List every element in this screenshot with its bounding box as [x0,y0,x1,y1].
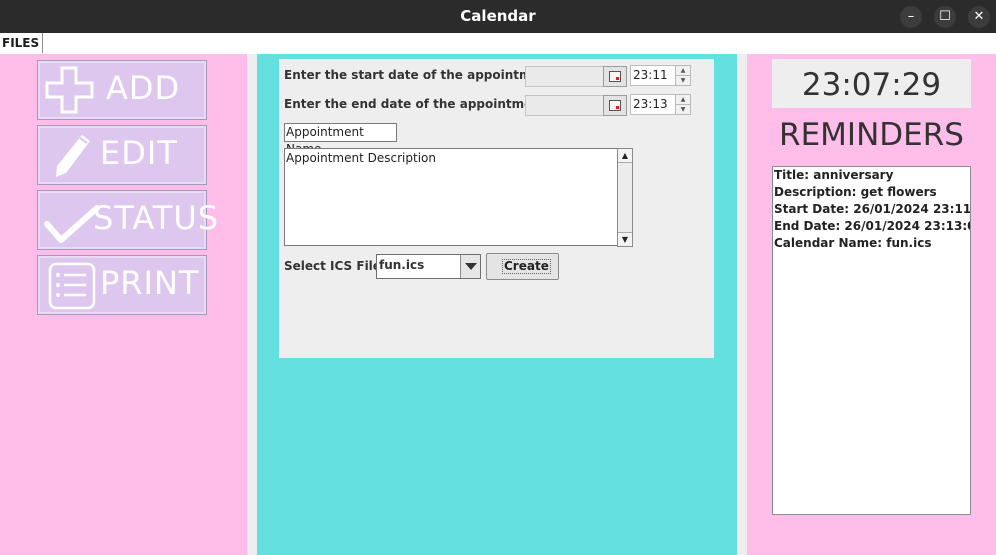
pencil-icon [56,135,90,177]
menu-bar: FILES [0,33,996,55]
spinner-down-icon[interactable]: ▼ [675,104,691,115]
list-icon [48,262,96,310]
description-text: Appointment Description [286,151,436,165]
start-calendar-button[interactable] [603,66,627,87]
add-button[interactable]: ADD [37,60,207,120]
create-button-label: Create [502,259,551,274]
ics-file-select[interactable]: fun.ics [376,254,481,279]
description-scrollbar[interactable]: ▲ ▼ [617,148,633,247]
reminder-line: Calendar Name: fun.ics [774,236,932,250]
reminder-line: Description: get flowers [774,185,937,199]
scroll-up-icon[interactable]: ▲ [618,149,632,163]
menu-files[interactable]: FILES [0,33,44,53]
reminders-list[interactable]: Title: anniversary Description: get flow… [772,166,971,515]
start-time-field[interactable]: 23:11 [630,65,676,86]
ics-file-label: Select ICS File: [284,259,386,273]
maximize-button[interactable]: ☐ [934,6,956,28]
close-button[interactable]: ✕ [968,6,990,28]
minimize-button[interactable]: – [900,6,922,28]
dropdown-arrow-icon[interactable] [460,255,480,278]
start-time-spinner[interactable]: ▲ ▼ [675,65,691,86]
reminder-line: End Date: 26/01/2024 23:13:00 [774,219,971,233]
start-time-value: 23:11 [633,68,668,82]
print-button-label: PRINT [100,264,200,302]
edit-button[interactable]: EDIT [37,125,207,185]
create-button[interactable]: Create [486,253,559,280]
end-time-field[interactable]: 23:13 [630,94,676,115]
calendar-icon [609,100,621,111]
end-date-field[interactable] [525,95,604,116]
calendar-icon [609,71,621,82]
divider-right [737,54,747,555]
end-time-spinner[interactable]: ▲ ▼ [675,94,691,115]
status-button-label: STATUS [93,199,220,237]
start-date-label: Enter the start date of the appointment [284,68,554,82]
appointment-description-field[interactable]: Appointment Description [284,148,618,246]
status-button[interactable]: STATUS [37,190,218,250]
reminder-line: Title: anniversary [774,168,894,182]
divider-left [247,54,257,555]
end-calendar-button[interactable] [603,95,627,116]
window-title: Calendar [460,7,536,25]
reminder-line: Start Date: 26/01/2024 23:11:00 [774,202,971,216]
title-bar: Calendar – ☐ ✕ [0,0,996,33]
reminders-heading: REMINDERS [779,117,964,153]
ics-selected-value: fun.ics [379,258,425,272]
plus-icon [45,66,94,114]
appointment-name-field[interactable]: Appointment Name [284,123,397,156]
spinner-down-icon[interactable]: ▼ [675,75,691,86]
end-time-value: 23:13 [633,97,668,111]
start-date-field[interactable] [525,66,604,87]
end-date-label: Enter the end date of the appointment [284,97,547,111]
clock-display: 23:07:29 [772,59,971,108]
add-button-label: ADD [106,69,181,107]
print-button[interactable]: PRINT [37,255,207,315]
checkmark-icon [44,205,100,243]
edit-button-label: EDIT [100,134,178,172]
scroll-down-icon[interactable]: ▼ [618,232,632,246]
